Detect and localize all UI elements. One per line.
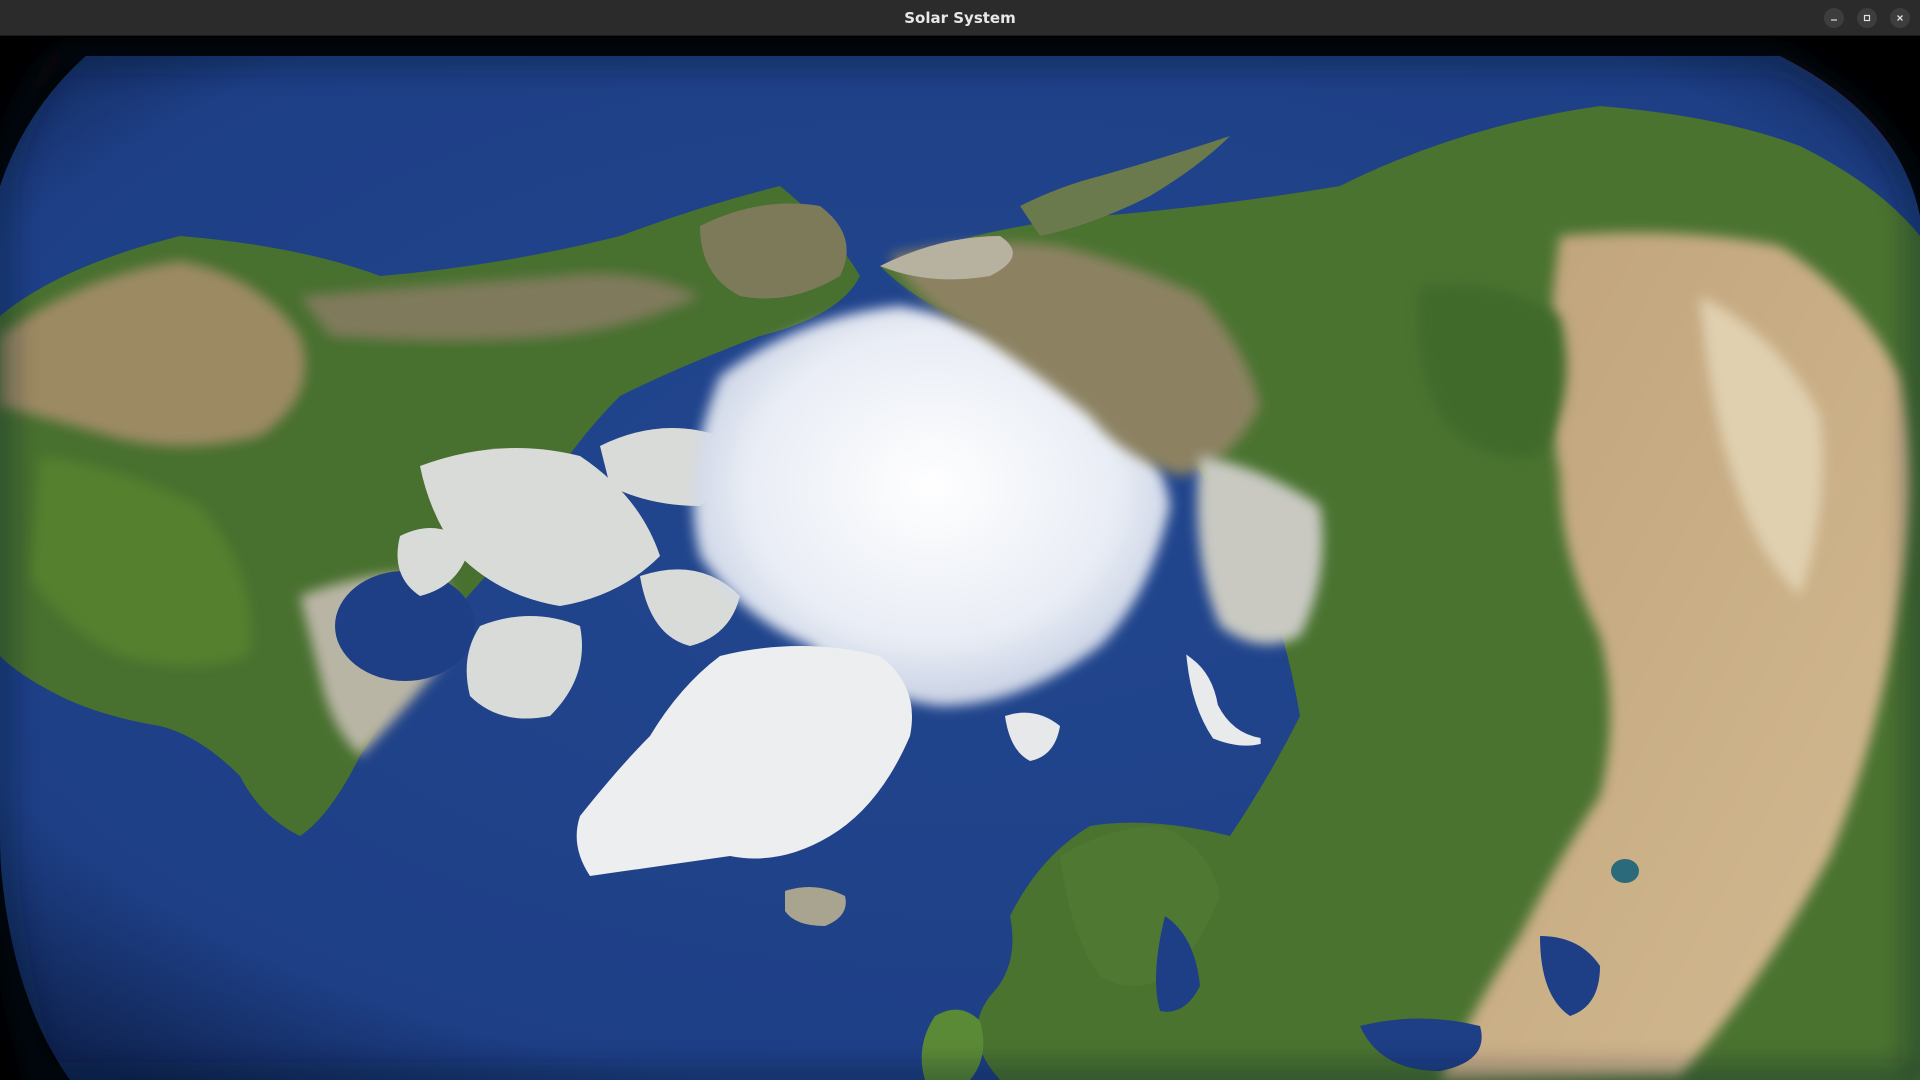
aral-sea bbox=[1611, 859, 1639, 883]
maximize-icon bbox=[1863, 14, 1871, 22]
hudson-bay bbox=[335, 571, 475, 681]
close-icon bbox=[1897, 15, 1903, 21]
earth-globe[interactable] bbox=[0, 36, 1920, 1080]
minimize-icon bbox=[1831, 19, 1837, 21]
window-title: Solar System bbox=[904, 9, 1016, 27]
title-bar[interactable]: Solar System bbox=[0, 0, 1920, 36]
close-button[interactable] bbox=[1890, 8, 1910, 28]
globe-viewport[interactable] bbox=[0, 36, 1920, 1080]
minimize-button[interactable] bbox=[1824, 8, 1844, 28]
maximize-button[interactable] bbox=[1857, 8, 1877, 28]
